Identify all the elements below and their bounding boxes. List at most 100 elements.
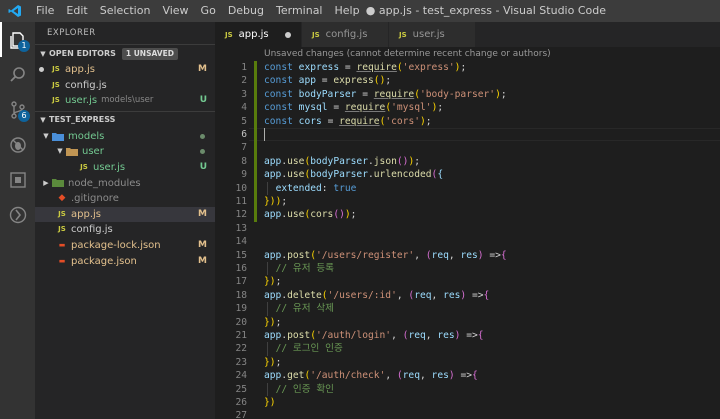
line-number: 21 (235, 330, 247, 341)
code-line[interactable]: }); (264, 316, 281, 329)
code-line[interactable]: extended: true (264, 182, 357, 195)
tab-label: user.js (412, 29, 445, 40)
git-status-flag: U (199, 95, 207, 106)
activity-explorer[interactable]: 1 (0, 22, 35, 57)
open-editors-header[interactable]: ▼ OPEN EDITORS 1 UNSAVED (35, 44, 215, 62)
line-number: 15 (235, 249, 247, 261)
tree-file-user-js[interactable]: JS user.js U (35, 160, 215, 176)
code-line[interactable]: app.use(bodyParser.urlencoded({ (264, 168, 443, 181)
tree-item-name: .gitignore (71, 193, 119, 205)
code-line[interactable]: app.use(bodyParser.json()); (264, 155, 420, 168)
menu-go[interactable]: Go (195, 0, 222, 22)
chevron-down-icon: ▼ (57, 147, 63, 156)
tree-item-name: user (82, 146, 104, 158)
code-line[interactable]: }); (264, 275, 281, 288)
menu-edit[interactable]: Edit (60, 0, 93, 22)
line-number: 20 (235, 316, 247, 328)
menu-debug[interactable]: Debug (222, 0, 270, 22)
git-added-marker (254, 141, 257, 155)
menu-bar: File Edit Selection View Go Debug Termin… (30, 0, 366, 22)
code-line[interactable]: app.use(cors()); (264, 208, 356, 221)
modified-dot-icon (200, 133, 205, 139)
folder-icon (66, 148, 78, 157)
tree-folder-node-modules[interactable]: ▶ node_modules (35, 176, 215, 192)
activity-debug[interactable] (0, 127, 35, 162)
code-line[interactable]: // 로그인 인증 (264, 342, 343, 355)
line-number: 8 (241, 155, 247, 167)
menu-help[interactable]: Help (329, 0, 366, 22)
code-line[interactable]: // 유저 등록 (264, 262, 334, 275)
menu-selection[interactable]: Selection (94, 0, 157, 22)
code-line[interactable]: }); (264, 356, 281, 369)
activity-bar: 1 6 (0, 22, 35, 419)
tree-folder-models[interactable]: ▼ models (35, 129, 215, 145)
workspace-label: TEST_EXPRESS (49, 115, 116, 125)
tree-file-package-json[interactable]: ▬ package.json M (35, 254, 215, 270)
git-added-marker (254, 128, 257, 142)
tree-file-gitignore[interactable]: ◆ .gitignore (35, 191, 215, 207)
line-number: 11 (235, 196, 247, 207)
code-line[interactable]: const app = express(); (264, 74, 391, 87)
git-added-marker (254, 74, 257, 88)
git-status-flag: M (198, 64, 207, 74)
activity-remote[interactable] (0, 197, 35, 232)
js-file-icon: JS (58, 225, 66, 234)
line-number: 26 (235, 397, 247, 408)
tab-label: config.js (325, 29, 368, 40)
code-line[interactable]: app.post('/auth/login', (req, res) =>{ (264, 329, 484, 342)
explorer-sidebar: EXPLORER ▼ OPEN EDITORS 1 UNSAVED JS app… (35, 22, 215, 419)
code-editor[interactable]: Unsaved changes (cannot determine recent… (215, 47, 720, 419)
tab-label: app.js (238, 29, 269, 40)
chevron-down-icon: ▼ (40, 49, 46, 58)
open-editor-app-js[interactable]: JS app.js M (35, 62, 215, 78)
open-editor-user-js[interactable]: JS user.js models\user U (35, 93, 215, 109)
menu-terminal[interactable]: Terminal (270, 0, 329, 22)
code-line[interactable]: }) (264, 396, 276, 409)
code-line[interactable]: const bodyParser = require('body-parser'… (264, 88, 507, 101)
code-line[interactable]: // 유저 삭제 (264, 302, 334, 315)
code-line[interactable]: app.get('/auth/check', (req, res) =>{ (264, 369, 478, 382)
unsaved-dot-icon[interactable] (285, 32, 291, 38)
tree-file-config-js[interactable]: JS config.js (35, 222, 215, 238)
workspace-header[interactable]: ▼ TEST_EXPRESS (35, 110, 215, 129)
git-added-marker (254, 208, 257, 222)
git-added-marker (254, 61, 257, 75)
git-status-flag: M (198, 208, 207, 219)
menu-file[interactable]: File (30, 0, 60, 22)
line-number: 12 (235, 209, 247, 221)
code-line[interactable]: const mysql = require('mysql'); (264, 101, 443, 114)
tree-folder-user[interactable]: ▼ user (35, 144, 215, 160)
js-file-icon: JS (52, 65, 60, 73)
activity-source-control[interactable]: 6 (0, 92, 35, 127)
open-editor-config-js[interactable]: JS config.js (35, 78, 215, 94)
code-line[interactable]: app.post('/users/register', (req, res) =… (264, 249, 507, 262)
code-line[interactable]: const express = require('express'); (264, 61, 466, 74)
sidebar-title: EXPLORER (47, 28, 96, 38)
codelens-annotation[interactable]: Unsaved changes (cannot determine recent… (264, 49, 551, 59)
code-line[interactable]: // 인증 확인 (264, 383, 334, 396)
activity-search[interactable] (0, 57, 35, 92)
line-number: 9 (241, 169, 247, 181)
open-editor-name: user.js (65, 95, 98, 107)
code-line[interactable]: const cors = require('cors'); (264, 115, 432, 128)
menu-view[interactable]: View (156, 0, 194, 22)
line-number: 3 (241, 88, 247, 100)
line-number: 4 (241, 102, 247, 114)
tree-file-app-js[interactable]: JS app.js M (35, 206, 215, 223)
tree-file-package-lock-json[interactable]: ▬ package-lock.json M (35, 238, 215, 254)
active-indicator (0, 22, 2, 57)
code-line[interactable]: app.delete('/users/:id', (req, res) =>{ (264, 289, 489, 302)
line-number: 27 (235, 410, 247, 419)
line-number: 18 (235, 289, 247, 301)
activity-extensions[interactable] (0, 162, 35, 197)
line-number: 7 (241, 142, 247, 154)
tab-app-js[interactable]: JS app.js (215, 22, 302, 47)
tab-user-js[interactable]: JS user.js (389, 22, 476, 47)
git-added-marker (254, 181, 257, 195)
current-line-highlight (249, 128, 720, 142)
tab-config-js[interactable]: JS config.js (302, 22, 389, 47)
line-number: 17 (235, 276, 247, 288)
git-added-marker (254, 87, 257, 102)
code-line[interactable]: })); (264, 195, 287, 208)
open-editor-name: app.js (65, 64, 95, 75)
